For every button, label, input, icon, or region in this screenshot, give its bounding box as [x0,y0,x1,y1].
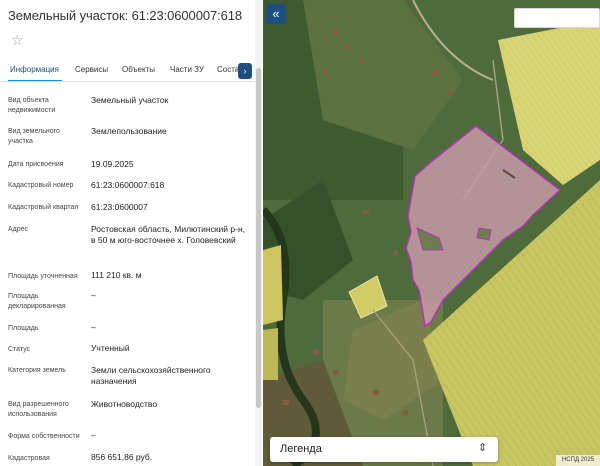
info-panel: Земельный участок: 61:23:0600007:618 ☆ И… [0,0,263,466]
tab-bar: Информация Сервисы Объекты Части ЗУ Сост… [0,60,255,82]
property-label: Форма собственности [8,433,80,440]
property-label: Кадастровый квартал [8,204,79,211]
favorite-star-icon[interactable]: ☆ [11,33,25,47]
scrollbar-thumb[interactable] [256,68,261,408]
property-value: – [91,430,96,440]
property-value: Земли сельскохозяйственного назначения [91,365,211,386]
active-tab-indicator [8,80,62,81]
property-label: Вид объекта недвижимости [8,97,56,114]
property-value: – [91,290,96,300]
property-value: – [91,322,96,332]
property-label: Категория земель [8,367,66,374]
property-value: 61:23:0600007:618 [91,180,165,190]
property-label: Кадастровый номер [8,182,74,189]
property-value: Землепользование [91,126,167,136]
property-value: Учтенный [91,343,130,353]
collapse-panel-icon[interactable]: « [266,4,286,24]
tab-composition[interactable]: Соста [217,65,239,74]
property-label: Вид земельного участка [8,128,60,145]
map-attribution: НСПД 2025 [556,455,600,466]
property-value: Животноводство [91,399,158,409]
tab-information[interactable]: Информация [10,65,59,74]
property-value: Земельный участок [91,95,169,105]
property-value: 19.09.2025 [91,159,134,169]
tab-services[interactable]: Сервисы [75,65,108,74]
property-value: 61:23:0600007 [91,202,148,212]
page-title: Земельный участок: 61:23:0600007:618 [8,8,242,23]
legend-dropdown[interactable]: Легенда ⇕ [270,437,498,462]
tab-objects[interactable]: Объекты [122,65,155,74]
tabs-next-icon[interactable]: › [238,63,252,79]
chevron-updown-icon: ⇕ [478,442,488,454]
property-label: Адрес [8,226,29,233]
property-label: Вид разрешенного использования [8,401,69,418]
property-value: Ростовская область, Милютинский р-н, в 5… [91,224,246,245]
satellite-imagery [263,0,600,466]
property-label: Площадь декларированная [8,293,66,310]
property-value: 111 210 кв. м [91,270,142,280]
property-label: Дата присвоения [8,161,64,168]
property-label: Кадастровая [8,455,50,462]
property-value: 856 651,86 руб. [91,452,153,462]
tab-parts[interactable]: Части ЗУ [170,65,204,74]
property-label: Статус [8,346,31,353]
map-search-input[interactable] [514,8,600,28]
property-label: Площадь уточненная [8,273,78,280]
property-label: Площадь [8,325,39,332]
legend-label: Легенда [280,443,322,455]
map-view[interactable] [263,0,600,466]
